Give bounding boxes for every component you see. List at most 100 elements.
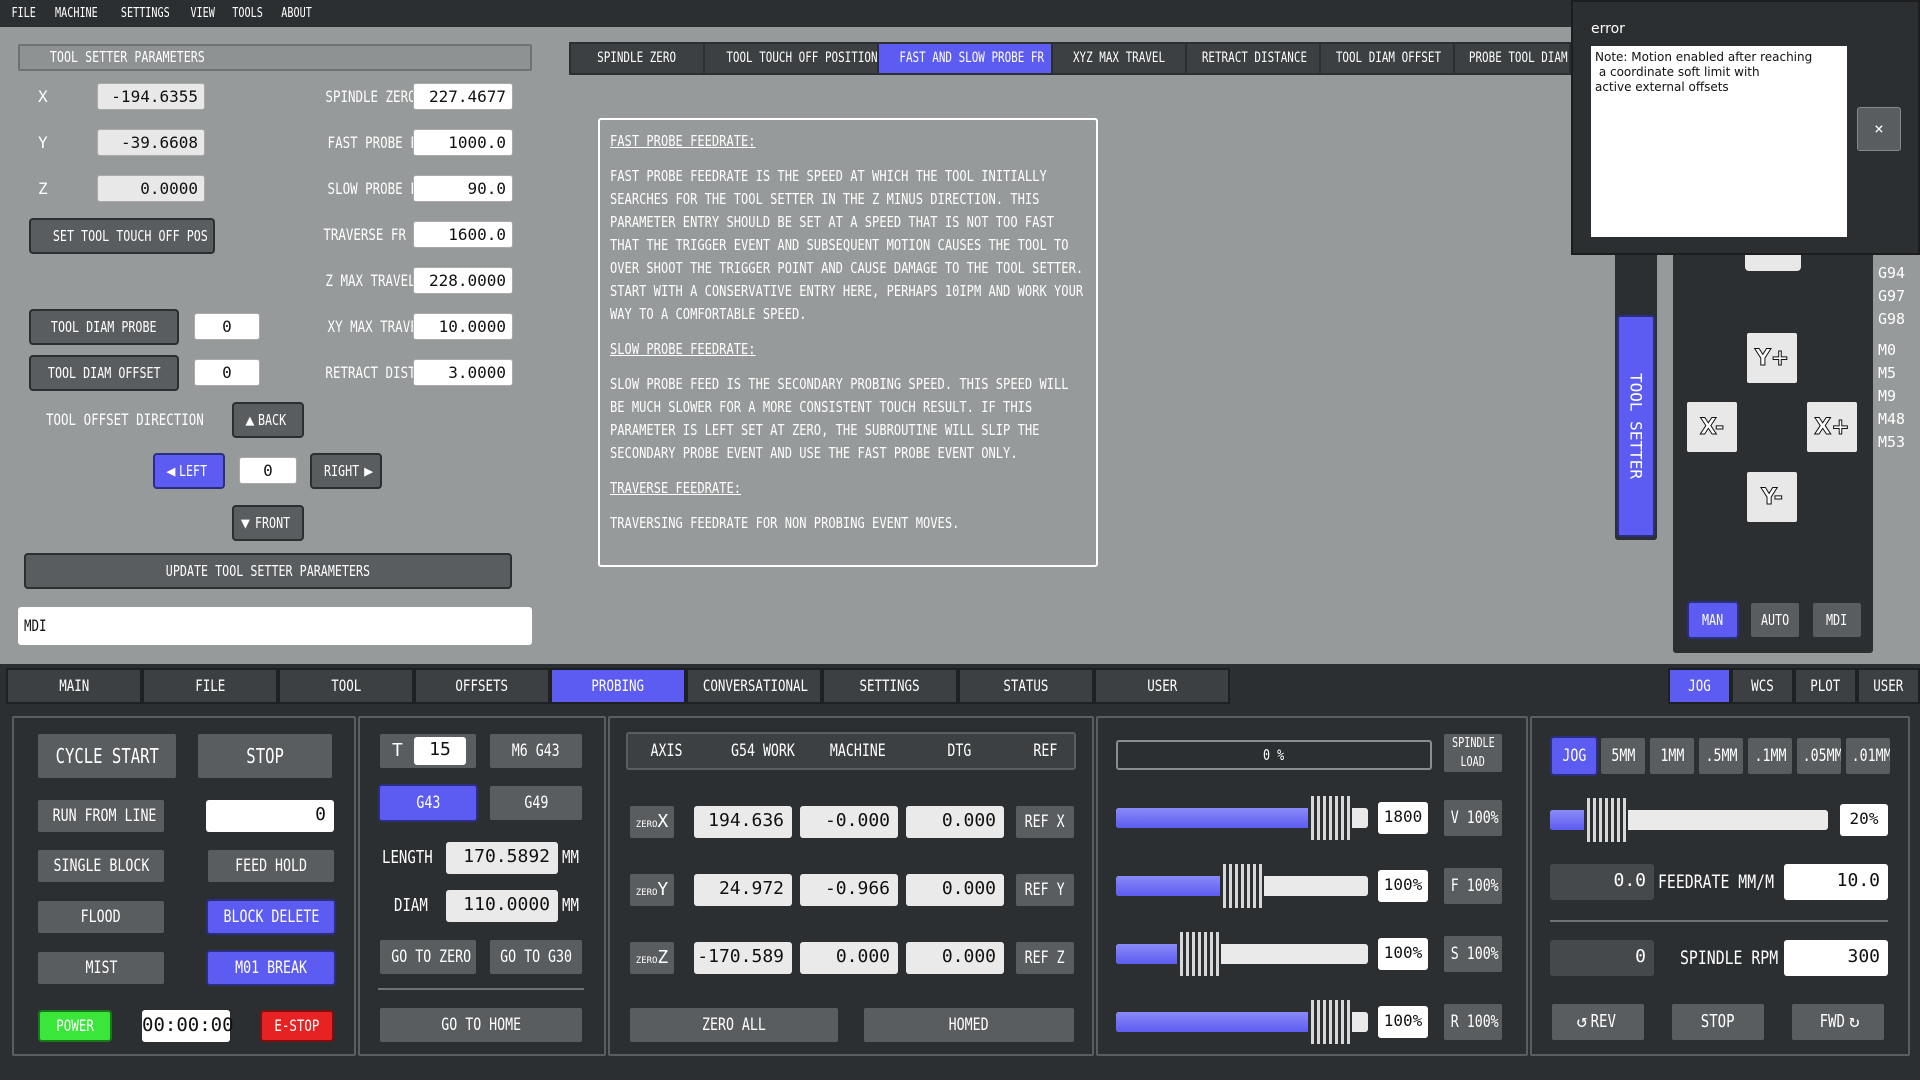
tab-tool-diam-offset[interactable]: TOOL DIAM OFFSET xyxy=(1321,44,1455,73)
spindle-stop-button[interactable]: STOP xyxy=(1670,1002,1766,1042)
tab-offsets[interactable]: OFFSETS xyxy=(414,668,550,704)
tab-xyz-max-travel[interactable]: XYZ MAX TRAVEL xyxy=(1053,44,1187,73)
v-100-button[interactable]: V 100% xyxy=(1442,798,1504,838)
tab-wcs[interactable]: WCS xyxy=(1731,668,1794,704)
tab-status[interactable]: STATUS xyxy=(958,668,1094,704)
zero-z-button[interactable]: ZEROZ xyxy=(628,940,676,976)
menu-tools[interactable]: TOOLS xyxy=(232,6,263,21)
tab-settings[interactable]: SETTINGS xyxy=(822,668,958,704)
ref-y-button[interactable]: REF Y xyxy=(1014,872,1076,908)
estop-button[interactable]: E-STOP xyxy=(260,1010,334,1042)
rapid-2-override-handle[interactable] xyxy=(1308,1000,1353,1044)
increment-1mm-button[interactable]: 1MM xyxy=(1648,736,1696,776)
left-button[interactable]: ◀ LEFT xyxy=(153,453,225,489)
r-100-button[interactable]: R 100% xyxy=(1442,1002,1504,1042)
spindle-zero-input[interactable]: 227.4677 xyxy=(413,83,513,110)
tool-diam-probe-button[interactable]: TOOL DIAM PROBE xyxy=(29,309,179,345)
spindle-override-handle[interactable] xyxy=(1177,932,1222,976)
tool-diam-offset-input[interactable]: 0 xyxy=(194,359,260,386)
mist-button[interactable]: MIST xyxy=(36,950,166,986)
run-from-line-input[interactable]: 0 xyxy=(206,800,334,832)
feedrate-setpoint[interactable]: 10.0 xyxy=(1784,864,1888,900)
homed-button[interactable]: HOMED xyxy=(862,1006,1076,1044)
jog-y-plus-button[interactable]: Y+ xyxy=(1745,331,1799,385)
go-to-home-button[interactable]: GO TO HOME xyxy=(378,1006,584,1044)
tab-tool[interactable]: TOOL xyxy=(278,668,414,704)
jog-x-minus-button[interactable]: X- xyxy=(1685,400,1739,454)
tab-user[interactable]: USER xyxy=(1094,668,1230,704)
spindle-rev-button[interactable]: ↺ REV xyxy=(1550,1002,1646,1042)
spindle-rpm-setpoint[interactable]: 300 xyxy=(1784,940,1888,976)
increment-0.05mm-button[interactable]: .05MM xyxy=(1795,736,1843,776)
tab-plot[interactable]: PLOT xyxy=(1794,668,1857,704)
ref-z-button[interactable]: REF Z xyxy=(1014,940,1076,976)
mode-auto-button[interactable]: AUTO xyxy=(1749,601,1801,639)
tab-probing[interactable]: PROBING xyxy=(550,668,686,704)
mdi-input[interactable]: MDI xyxy=(18,607,532,645)
menu-settings[interactable]: SETTINGS xyxy=(121,6,170,21)
menu-file[interactable]: FILE xyxy=(11,6,35,21)
increment-0.5mm-button[interactable]: .5MM xyxy=(1697,736,1745,776)
f-100-button[interactable]: F 100% xyxy=(1442,866,1504,906)
m01-break-button[interactable]: M01 BREAK xyxy=(206,950,336,986)
rapid-override-handle[interactable] xyxy=(1308,796,1353,840)
tab-spindle-zero[interactable]: SPINDLE ZERO xyxy=(571,44,705,73)
jog-y-minus-button[interactable]: Y- xyxy=(1745,470,1799,524)
offset-direction-value[interactable]: 0 xyxy=(239,457,297,484)
s-100-button[interactable]: S 100% xyxy=(1442,934,1504,974)
tab-jog[interactable]: JOG xyxy=(1668,668,1731,704)
close-icon[interactable]: × xyxy=(1857,107,1901,151)
tool-diam-probe-input[interactable]: 0 xyxy=(194,313,260,340)
ref-x-button[interactable]: REF X xyxy=(1014,804,1076,840)
retract-dist-input[interactable]: 3.0000 xyxy=(413,359,513,386)
jog-x-plus-button[interactable]: X+ xyxy=(1805,400,1859,454)
go-to-g30-button[interactable]: GO TO G30 xyxy=(488,938,584,976)
spindle-override-slider[interactable] xyxy=(1116,944,1368,964)
tool-setter-vertical-button[interactable]: TOOL SETTER xyxy=(1617,315,1655,537)
menu-view[interactable]: VIEW xyxy=(190,6,214,21)
run-from-line-button[interactable]: RUN FROM LINE xyxy=(36,798,166,834)
tab-retract-distance[interactable]: RETRACT DISTANCE xyxy=(1187,44,1321,73)
fast-probe-fr-input[interactable]: 1000.0 xyxy=(413,129,513,156)
stop-button[interactable]: STOP xyxy=(196,732,334,780)
menu-about[interactable]: ABOUT xyxy=(281,6,312,21)
set-tool-touch-off-button[interactable]: SET TOOL TOUCH OFF POS xyxy=(29,218,215,254)
mode-mdi-button[interactable]: MDI xyxy=(1811,601,1863,639)
mode-man-button[interactable]: MAN xyxy=(1687,601,1739,639)
slow-probe-fr-input[interactable]: 90.0 xyxy=(413,175,513,202)
tab-file[interactable]: FILE xyxy=(142,668,278,704)
front-button[interactable]: ▼ FRONT xyxy=(232,505,304,541)
update-tool-setter-button[interactable]: UPDATE TOOL SETTER PARAMETERS xyxy=(24,553,512,589)
g49-button[interactable]: G49 xyxy=(488,784,584,822)
z-max-travel-input[interactable]: 228.0000 xyxy=(413,267,513,294)
tool-number-input[interactable]: 15 xyxy=(414,737,466,765)
tab-tool-touch-off-position[interactable]: TOOL TOUCH OFF POSITION xyxy=(705,44,879,73)
tab-user-right[interactable]: USER xyxy=(1857,668,1920,704)
m6-g43-button[interactable]: M6 G43 xyxy=(488,732,584,770)
zero-all-button[interactable]: ZERO ALL xyxy=(628,1006,840,1044)
jog-rate-handle[interactable] xyxy=(1583,798,1628,842)
increment-jog-button[interactable]: JOG xyxy=(1550,736,1598,776)
tool-diam-offset-button[interactable]: TOOL DIAM OFFSET xyxy=(29,355,179,391)
tab-main[interactable]: MAIN xyxy=(6,668,142,704)
power-button[interactable]: POWER xyxy=(38,1010,112,1042)
back-button[interactable]: ▲ BACK xyxy=(232,402,304,438)
xy-max-travel-input[interactable]: 10.0000 xyxy=(413,313,513,340)
increment-5mm-button[interactable]: 5MM xyxy=(1599,736,1647,776)
single-block-button[interactable]: SINGLE BLOCK xyxy=(36,848,166,884)
traverse-fr-input[interactable]: 1600.0 xyxy=(413,221,513,248)
right-button[interactable]: RIGHT ▶ xyxy=(310,453,382,489)
g43-button[interactable]: G43 xyxy=(378,784,478,822)
tab-conversational[interactable]: CONVERSATIONAL xyxy=(686,668,822,704)
flood-button[interactable]: FLOOD xyxy=(36,899,166,935)
tab-probe-tool-diam[interactable]: PROBE TOOL DIAM xyxy=(1455,44,1569,73)
increment-0.01mm-button[interactable]: .01MM xyxy=(1844,736,1892,776)
zero-x-button[interactable]: ZEROX xyxy=(628,804,676,840)
increment-0.1mm-button[interactable]: .1MM xyxy=(1746,736,1794,776)
tab-fast-and-slow-probe-fr[interactable]: FAST AND SLOW PROBE FR xyxy=(879,44,1053,73)
cycle-start-button[interactable]: CYCLE START xyxy=(36,732,178,780)
block-delete-button[interactable]: BLOCK DELETE xyxy=(206,899,336,935)
feed-hold-button[interactable]: FEED HOLD xyxy=(206,848,336,884)
feed-override-handle[interactable] xyxy=(1220,864,1264,908)
go-to-zero-button[interactable]: GO TO ZERO xyxy=(378,938,478,976)
